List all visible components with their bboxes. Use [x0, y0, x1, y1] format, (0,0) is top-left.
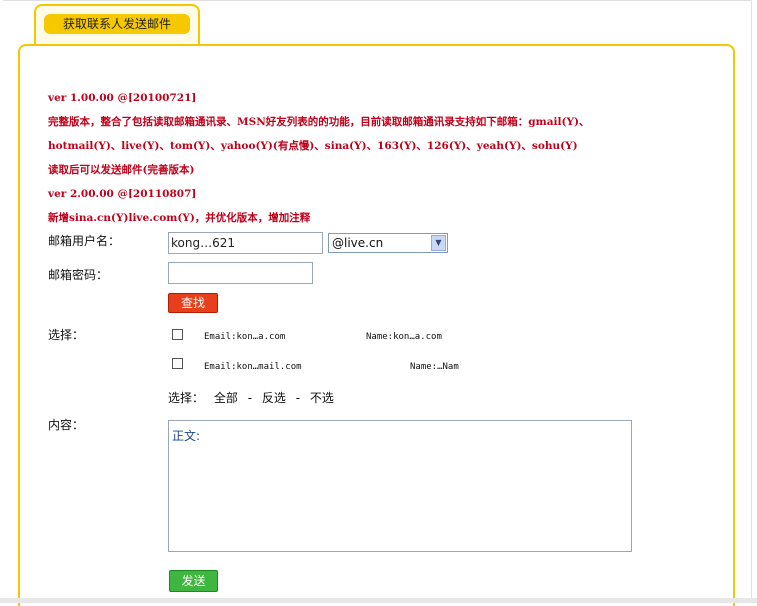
- domain-select[interactable]: @live.cn ▼: [328, 233, 448, 253]
- note-line: ver 1.00.00 @[20100721]: [48, 92, 197, 104]
- selection-controls: 选择： 全部 - 反选 - 不选: [168, 389, 340, 406]
- username-input[interactable]: kong…621: [168, 232, 323, 254]
- tab-get-contacts[interactable]: 获取联系人发送邮件: [44, 14, 190, 34]
- contact-checkbox[interactable]: [172, 358, 183, 369]
- contact-email: Email:kon…mail.com: [204, 362, 302, 372]
- chevron-down-icon[interactable]: ▼: [431, 235, 446, 251]
- select-none-link[interactable]: 不选: [310, 391, 334, 405]
- note-line: 完整版本，整合了包括读取邮箱通讯录、MSN好友列表的的功能，目前读取邮箱通讯录支…: [48, 116, 590, 128]
- selection-prefix: 选择：: [168, 391, 205, 405]
- select-all-link[interactable]: 全部: [214, 391, 238, 405]
- username-label: 邮箱用户名：: [48, 234, 121, 248]
- send-button[interactable]: 发送: [169, 570, 218, 592]
- search-button[interactable]: 查找: [168, 293, 218, 313]
- contact-checkbox[interactable]: [172, 329, 183, 340]
- contact-email: Email:kon…a.com: [204, 332, 286, 342]
- content-label: 内容：: [48, 418, 85, 432]
- password-input[interactable]: [168, 262, 313, 284]
- tab-container: 获取联系人发送邮件: [34, 4, 200, 46]
- contact-name: Name:…Nam: [410, 362, 459, 372]
- domain-select-value: @live.cn: [332, 236, 384, 250]
- select-invert-link[interactable]: 反选: [262, 391, 286, 405]
- content-textarea[interactable]: 正文:: [168, 420, 632, 552]
- bottom-divider: [0, 598, 757, 603]
- note-line: 读取后可以发送邮件(完善版本): [48, 164, 195, 176]
- version-notes: ver 1.00.00 @[20100721] 完整版本，整合了包括读取邮箱通讯…: [48, 86, 728, 230]
- separator: -: [247, 391, 253, 405]
- password-label: 邮箱密码：: [48, 268, 109, 282]
- separator: -: [295, 391, 301, 405]
- note-line: ver 2.00.00 @[20110807]: [48, 188, 197, 200]
- contact-name: Name:kon…a.com: [366, 332, 442, 342]
- note-line: 新增sina.cn(Y)live.com(Y)，并优化版本，增加注释: [48, 212, 311, 224]
- choose-label: 选择：: [48, 328, 85, 342]
- note-line: hotmail(Y)、live(Y)、tom(Y)、yahoo(Y)(有点慢)、…: [48, 140, 578, 152]
